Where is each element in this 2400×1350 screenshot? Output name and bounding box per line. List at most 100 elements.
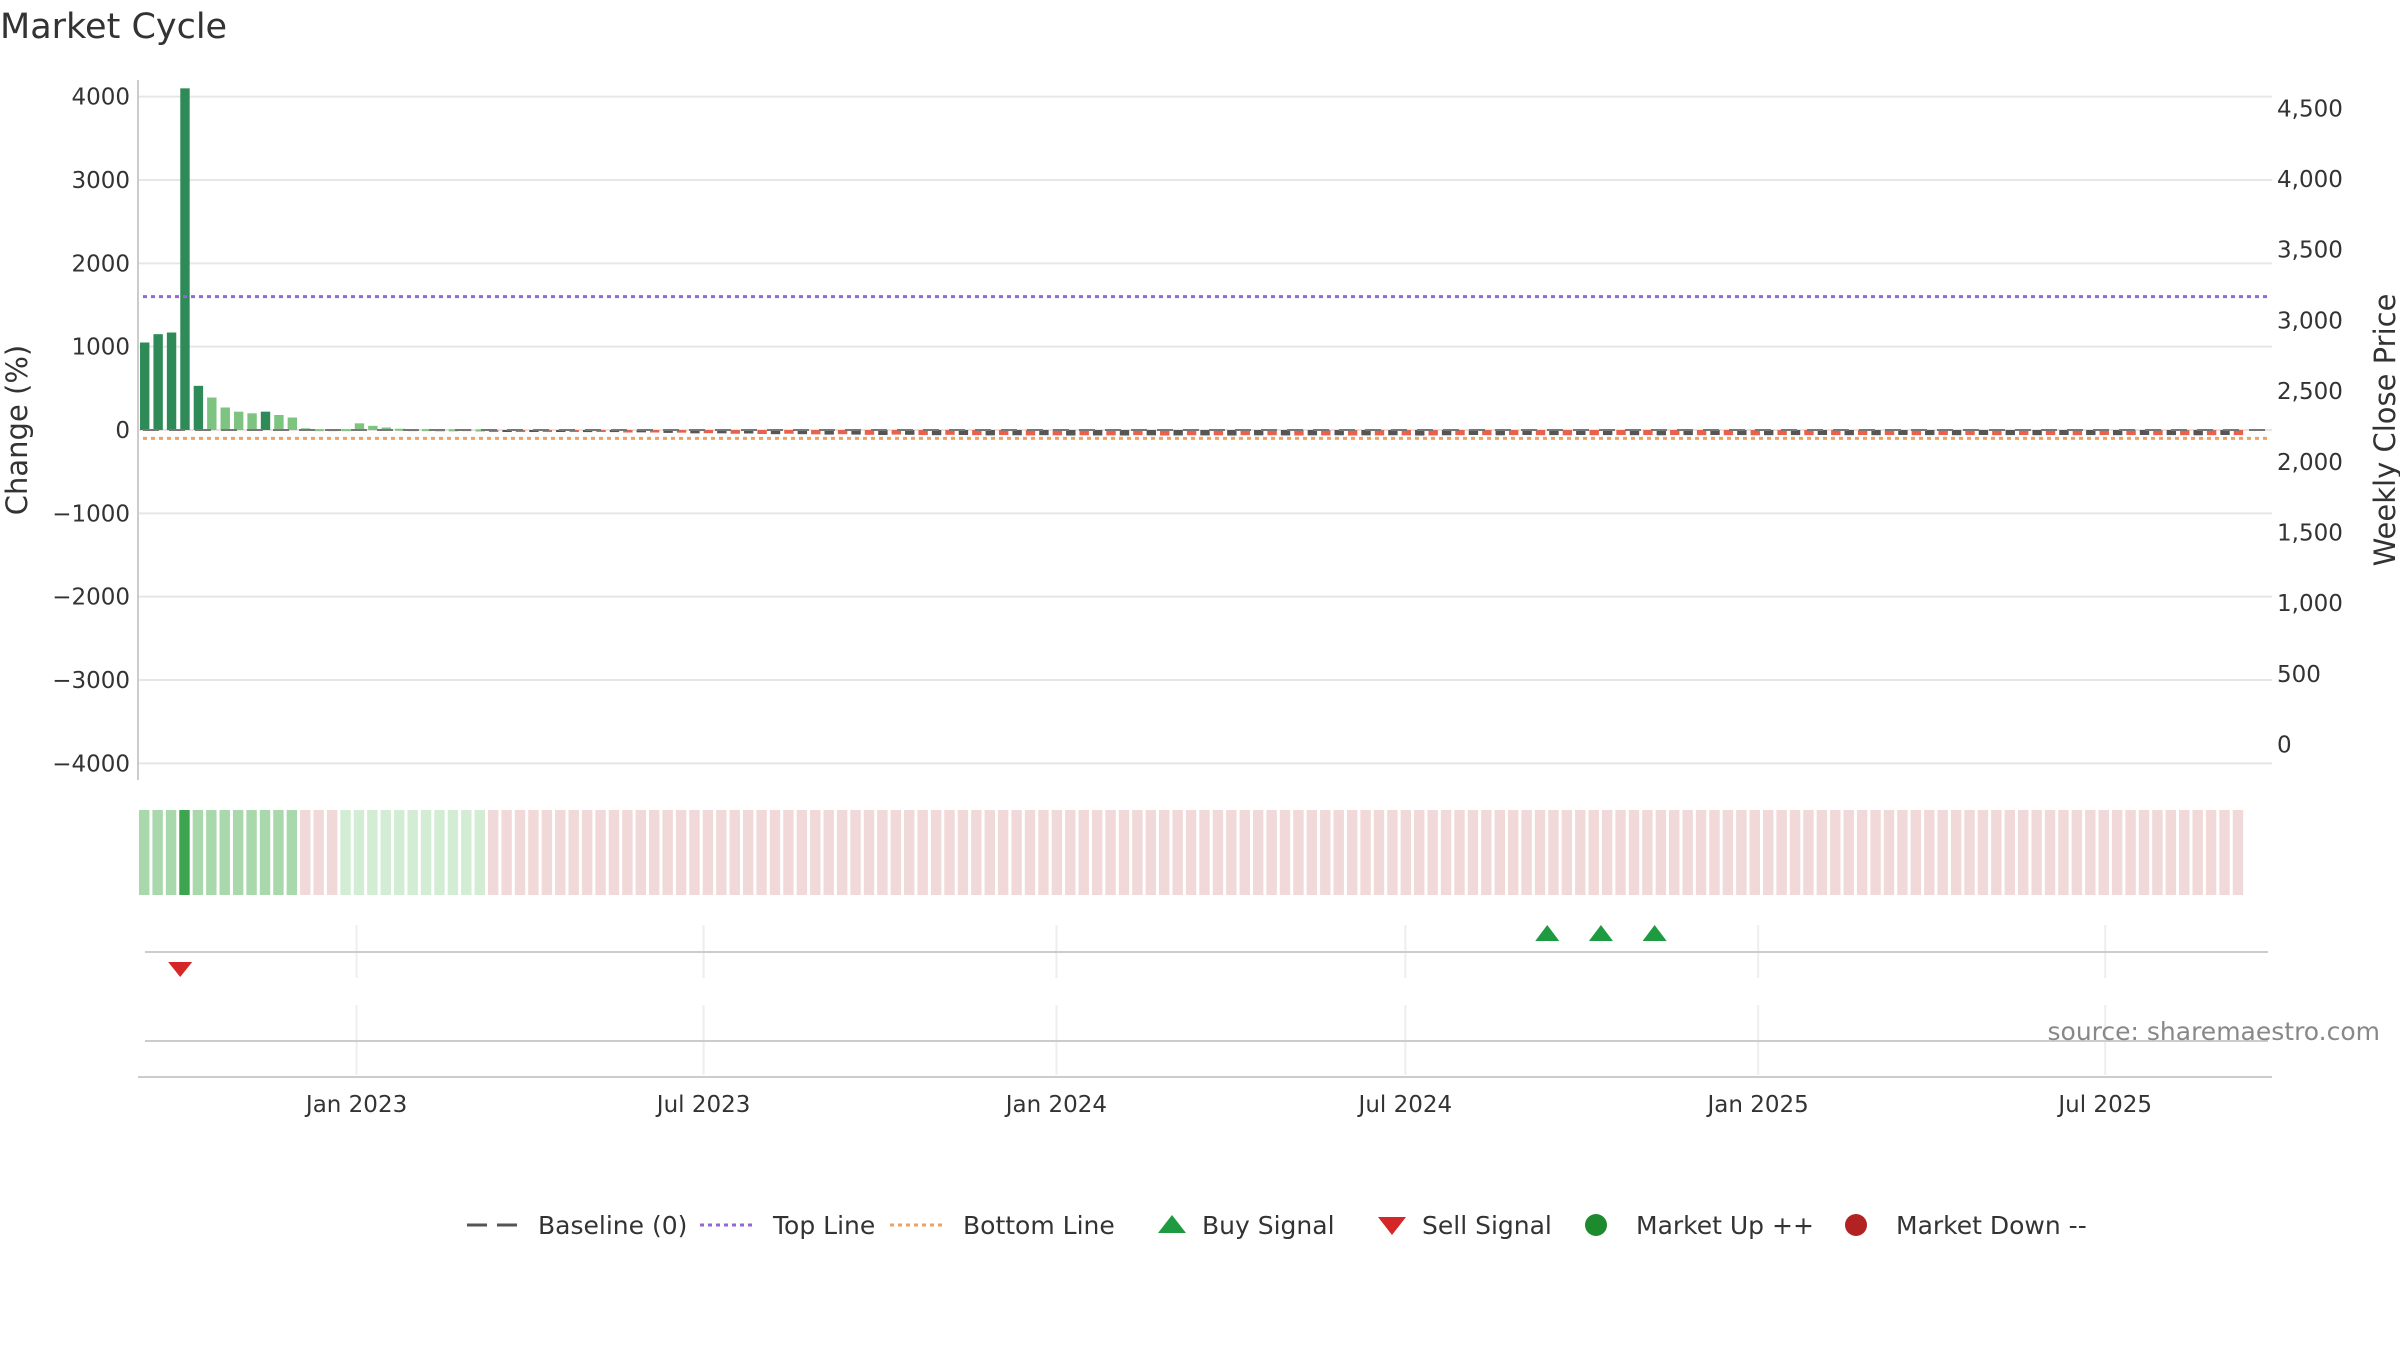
y-tick-label: 3000 <box>71 168 130 194</box>
regime-cell <box>1816 810 1828 895</box>
regime-cell <box>474 810 485 895</box>
regime-cell <box>1856 810 1868 895</box>
regime-cell <box>796 810 808 895</box>
regime-cell <box>1655 810 1667 895</box>
regime-cell <box>165 810 177 895</box>
regime-cell <box>1601 810 1613 895</box>
legend-triangle-down-icon <box>1378 1217 1406 1235</box>
regime-cell <box>1548 810 1559 895</box>
bar <box>220 407 230 430</box>
sell-signal-marker <box>168 962 193 977</box>
regime-cell <box>2232 810 2244 895</box>
regime-cell <box>1830 810 1841 895</box>
bar <box>314 429 324 432</box>
regime-cell <box>528 810 539 895</box>
regime-cell <box>1078 810 1089 895</box>
regime-cell <box>2098 810 2109 895</box>
regime-cell <box>179 810 190 895</box>
regime-cell <box>1910 810 1922 895</box>
bar <box>153 334 163 430</box>
legend-label: Bottom Line <box>963 1211 1115 1240</box>
y-tick-label: −2000 <box>52 585 130 611</box>
signal-panel <box>145 925 2268 1075</box>
regime-cell <box>649 810 660 895</box>
legend-circle-icon <box>1845 1214 1867 1236</box>
regime-cell <box>487 810 499 895</box>
regime-cell <box>904 810 915 895</box>
bar <box>368 425 378 430</box>
regime-cell <box>1011 810 1022 895</box>
regime-cell <box>622 810 633 895</box>
regime-cell <box>259 810 271 895</box>
bar <box>2032 430 2042 436</box>
regime-cell <box>2192 810 2203 895</box>
legend-label: Market Up ++ <box>1636 1211 1814 1240</box>
regime-cell <box>1306 810 1318 895</box>
regime-cell <box>635 810 647 895</box>
regime-cell <box>1199 810 1210 895</box>
regime-cell <box>2058 810 2069 895</box>
regime-cell <box>1803 810 1814 895</box>
regime-cell <box>662 810 673 895</box>
regime-cell <box>2004 810 2015 895</box>
regime-cell <box>1159 810 1170 895</box>
regime-cell <box>1507 810 1519 895</box>
chart-title: Market Cycle <box>0 7 227 47</box>
regime-cell <box>1454 810 1465 895</box>
regime-cell <box>608 810 620 895</box>
legend-triangle-up-icon <box>1158 1215 1186 1233</box>
bar <box>166 332 177 430</box>
legend-label: Top Line <box>772 1211 875 1240</box>
y-right-tick-label: 4,000 <box>2277 167 2343 193</box>
regime-cell <box>420 810 432 895</box>
regime-cell <box>2152 810 2163 895</box>
regime-cell <box>2138 810 2150 895</box>
legend-circle-icon <box>1585 1214 1607 1236</box>
regime-cell <box>944 810 955 895</box>
y-tick-label: 0 <box>115 418 130 444</box>
y-right-tick-label: 1,000 <box>2277 591 2343 617</box>
regime-cell <box>246 810 257 895</box>
y-right-tick-label: 2,000 <box>2277 450 2343 476</box>
regime-cell <box>581 810 593 895</box>
regime-cell <box>1360 810 1371 895</box>
regime-cell <box>1373 810 1385 895</box>
legend-item: Top Line <box>700 1211 875 1240</box>
regime-cell <box>1682 810 1693 895</box>
regime-cell <box>1038 810 1049 895</box>
regime-cell <box>1977 810 1989 895</box>
bar <box>730 430 740 434</box>
bar <box>703 430 714 434</box>
regime-cell <box>541 810 553 895</box>
x-tick-label: Jan 2023 <box>304 1092 407 1118</box>
legend-item: Sell Signal <box>1378 1211 1552 1240</box>
regime-cell <box>461 810 472 895</box>
y-tick-label: −4000 <box>52 751 130 777</box>
regime-cell <box>2071 810 2083 895</box>
regime-cell <box>434 810 445 895</box>
regime-cell <box>1964 810 1975 895</box>
bar <box>207 397 217 430</box>
regime-cell <box>702 810 714 895</box>
bar <box>1562 430 1573 436</box>
legend-label: Market Down -- <box>1896 1211 2087 1240</box>
regime-cell <box>340 810 351 895</box>
legend-item: Market Up ++ <box>1585 1211 1814 1240</box>
regime-cell <box>2179 810 2190 895</box>
regime-cell <box>2219 810 2230 895</box>
regime-cell <box>2085 810 2096 895</box>
regime-cell <box>139 810 150 895</box>
bar <box>341 429 351 432</box>
regime-cell <box>1333 810 1344 895</box>
regime-cell <box>997 810 1009 895</box>
bar <box>1978 430 1989 435</box>
bar <box>1173 430 1183 436</box>
regime-cell <box>2165 810 2177 895</box>
y-right-tick-label: 500 <box>2277 662 2321 688</box>
regime-cell <box>689 810 700 895</box>
bar <box>247 413 257 430</box>
regime-cell <box>1575 810 1586 895</box>
market-cycle-chart: Market Cycle −4000 −3000 −2000 −1000 0 1000 20… <box>0 7 2400 1240</box>
regime-cell <box>380 810 392 895</box>
y-axis-title-right: Weekly Close Price <box>2368 294 2400 567</box>
